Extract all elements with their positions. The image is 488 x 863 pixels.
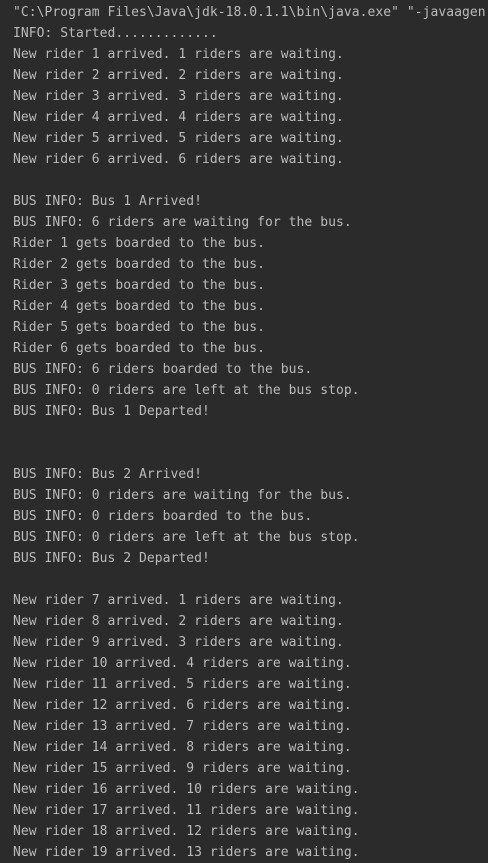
console-line: BUS INFO: 6 riders are waiting for the b… bbox=[13, 215, 352, 230]
console-line: Rider 2 gets boarded to the bus. bbox=[13, 257, 266, 272]
console-line: Rider 3 gets boarded to the bus. bbox=[13, 278, 266, 293]
console-line: New rider 11 arrived. 5 riders are waiti… bbox=[13, 677, 352, 692]
console-line: New rider 5 arrived. 5 riders are waitin… bbox=[13, 131, 344, 146]
console-line: BUS INFO: 0 riders are left at the bus s… bbox=[13, 530, 360, 545]
console-line: New rider 16 arrived. 10 riders are wait… bbox=[13, 782, 360, 797]
console-line: New rider 19 arrived. 13 riders are wait… bbox=[13, 845, 360, 860]
console-output-panel[interactable]: "C:\Program Files\Java\jdk-18.0.1.1\bin\… bbox=[0, 0, 488, 863]
console-line: Rider 4 gets boarded to the bus. bbox=[13, 299, 266, 314]
console-line: New rider 6 arrived. 6 riders are waitin… bbox=[13, 152, 344, 167]
console-line: New rider 7 arrived. 1 riders are waitin… bbox=[13, 593, 344, 608]
console-line: New rider 13 arrived. 7 riders are waiti… bbox=[13, 719, 352, 734]
console-line: New rider 14 arrived. 8 riders are waiti… bbox=[13, 740, 352, 755]
console-line: BUS INFO: 0 riders are waiting for the b… bbox=[13, 488, 352, 503]
console-line: New rider 8 arrived. 2 riders are waitin… bbox=[13, 614, 344, 629]
console-line: New rider 2 arrived. 2 riders are waitin… bbox=[13, 68, 344, 83]
console-line: BUS INFO: Bus 1 Arrived! bbox=[13, 194, 203, 209]
console-line: New rider 18 arrived. 12 riders are wait… bbox=[13, 824, 360, 839]
console-line: INFO: Started............. bbox=[13, 26, 218, 41]
console-lines: "C:\Program Files\Java\jdk-18.0.1.1\bin\… bbox=[13, 0, 486, 863]
console-line-command: "C:\Program Files\Java\jdk-18.0.1.1\bin\… bbox=[13, 5, 486, 20]
console-line: Rider 6 gets boarded to the bus. bbox=[13, 341, 266, 356]
console-line: New rider 15 arrived. 9 riders are waiti… bbox=[13, 761, 352, 776]
console-line: Rider 5 gets boarded to the bus. bbox=[13, 320, 266, 335]
console-line: New rider 9 arrived. 3 riders are waitin… bbox=[13, 635, 344, 650]
console-line: BUS INFO: 0 riders boarded to the bus. bbox=[13, 509, 313, 524]
console-line: BUS INFO: 0 riders are left at the bus s… bbox=[13, 383, 360, 398]
console-line: New rider 10 arrived. 4 riders are waiti… bbox=[13, 656, 352, 671]
console-line: New rider 17 arrived. 11 riders are wait… bbox=[13, 803, 360, 818]
console-line: Rider 1 gets boarded to the bus. bbox=[13, 236, 266, 251]
console-line: New rider 1 arrived. 1 riders are waitin… bbox=[13, 47, 344, 62]
console-line: New rider 4 arrived. 4 riders are waitin… bbox=[13, 110, 344, 125]
console-line: BUS INFO: Bus 1 Departed! bbox=[13, 404, 210, 419]
console-line: New rider 3 arrived. 3 riders are waitin… bbox=[13, 89, 344, 104]
console-line: New rider 12 arrived. 6 riders are waiti… bbox=[13, 698, 352, 713]
console-line: BUS INFO: 6 riders boarded to the bus. bbox=[13, 362, 313, 377]
console-line: BUS INFO: Bus 2 Departed! bbox=[13, 551, 210, 566]
console-line: BUS INFO: Bus 2 Arrived! bbox=[13, 467, 203, 482]
